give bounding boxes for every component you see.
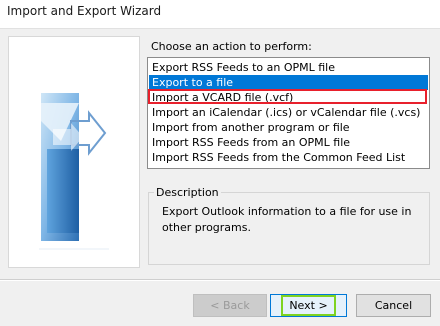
next-button[interactable]: Next > bbox=[270, 294, 347, 317]
action-item-import-rss-opml[interactable]: Import RSS Feeds from an OPML file bbox=[149, 135, 428, 150]
action-prompt-label: Choose an action to perform: bbox=[151, 40, 312, 53]
action-item-import-icalendar[interactable]: Import an iCalendar (.ics) or vCalendar … bbox=[149, 105, 428, 120]
action-item-import-other-program[interactable]: Import from another program or file bbox=[149, 120, 428, 135]
cancel-button[interactable]: Cancel bbox=[356, 294, 431, 317]
description-text: Export Outlook information to a file for… bbox=[162, 205, 412, 234]
action-item-export-to-file[interactable]: Export to a file bbox=[149, 75, 428, 90]
action-item-import-rss-common[interactable]: Import RSS Feeds from the Common Feed Li… bbox=[149, 150, 428, 165]
description-heading: Description bbox=[154, 186, 221, 199]
action-list[interactable]: Export RSS Feeds to an OPML file Export … bbox=[147, 57, 430, 169]
action-item-import-vcard[interactable]: Import a VCARD file (.vcf) bbox=[149, 90, 428, 105]
next-button-label: Next > bbox=[289, 299, 328, 312]
action-item-export-rss-opml[interactable]: Export RSS Feeds to an OPML file bbox=[149, 60, 428, 75]
wizard-arrows-icon bbox=[39, 93, 109, 250]
footer-divider bbox=[0, 279, 440, 281]
window-title: Import and Export Wizard bbox=[7, 4, 162, 18]
back-button[interactable]: < Back bbox=[193, 294, 267, 317]
wizard-illustration bbox=[8, 36, 140, 268]
title-bar: Import and Export Wizard bbox=[0, 0, 440, 29]
